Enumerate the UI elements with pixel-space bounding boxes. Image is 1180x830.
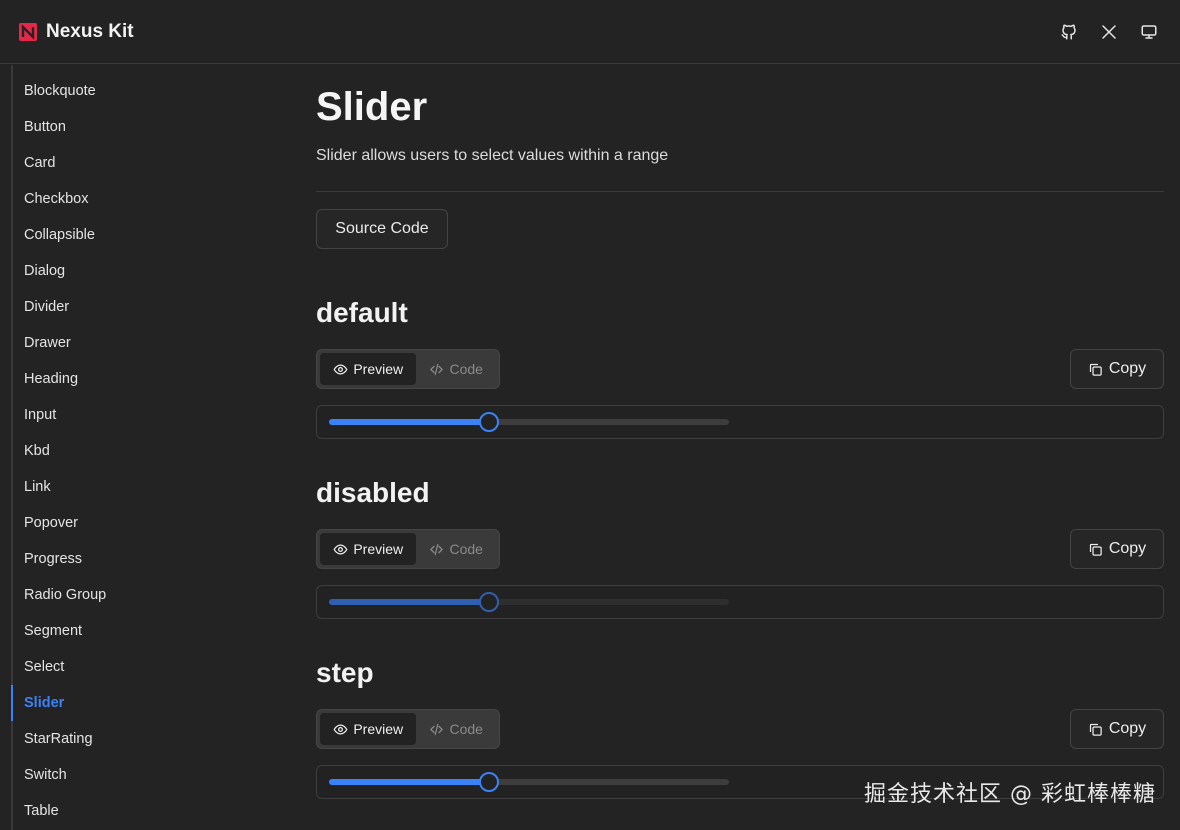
- tab-code-label: Code: [449, 541, 483, 557]
- sidebar-item-checkbox[interactable]: Checkbox: [24, 181, 106, 217]
- sidebar-active-indicator: [11, 685, 13, 721]
- sidebar-item-input[interactable]: Input: [24, 397, 106, 433]
- copy-button[interactable]: Copy: [1070, 529, 1164, 569]
- sidebar-item-progress[interactable]: Progress: [24, 541, 106, 577]
- preview-box: [316, 585, 1164, 619]
- sidebar-item-collapsible[interactable]: Collapsible: [24, 217, 106, 253]
- sidebar-item-card[interactable]: Card: [24, 145, 106, 181]
- slider-track[interactable]: [329, 412, 729, 432]
- sidebar-item-dialog[interactable]: Dialog: [24, 253, 106, 289]
- tab-code-label: Code: [449, 721, 483, 737]
- sidebar-nav: Blockquote Button Card Checkbox Collapsi…: [24, 73, 106, 829]
- section-heading: step: [316, 657, 374, 688]
- tab-preview-label: Preview: [353, 721, 404, 737]
- copy-icon: [1089, 363, 1102, 376]
- sidebar-item-select[interactable]: Select: [24, 649, 106, 685]
- section-heading: default: [316, 297, 408, 328]
- eye-icon: [333, 543, 348, 555]
- section-heading: disabled: [316, 477, 430, 508]
- sidebar-item-button[interactable]: Button: [24, 109, 106, 145]
- sidebar: Blockquote Button Card Checkbox Collapsi…: [0, 65, 260, 830]
- code-icon: [430, 363, 444, 375]
- sidebar-item-kbd[interactable]: Kbd: [24, 433, 106, 469]
- title-divider: [316, 191, 1164, 192]
- header-actions: [1060, 23, 1162, 41]
- copy-icon: [1089, 543, 1102, 556]
- slider-track[interactable]: [329, 772, 729, 792]
- copy-label: Copy: [1108, 540, 1147, 557]
- sidebar-item-switch[interactable]: Switch: [24, 757, 106, 793]
- tab-preview[interactable]: Preview: [320, 533, 417, 565]
- sidebar-item-link[interactable]: Link: [24, 469, 106, 505]
- nexus-logo-icon: [19, 22, 37, 41]
- slider-thumb[interactable]: [479, 772, 499, 792]
- tab-preview[interactable]: Preview: [320, 353, 417, 385]
- slider-thumb[interactable]: [479, 412, 499, 432]
- slider-thumb-disabled: [479, 592, 499, 612]
- top-header: Nexus Kit: [0, 0, 1180, 64]
- sidebar-item-heading[interactable]: Heading: [24, 361, 106, 397]
- preview-code-tabs: Preview Code: [316, 709, 500, 749]
- eye-icon: [333, 363, 348, 375]
- preview-box: [316, 405, 1164, 439]
- slider-fill: [329, 779, 489, 785]
- brand[interactable]: Nexus Kit: [18, 21, 134, 43]
- tab-preview-label: Preview: [353, 541, 404, 557]
- eye-icon: [333, 723, 348, 735]
- tab-code-label: Code: [449, 361, 483, 377]
- slider-fill: [329, 419, 489, 425]
- copy-label: Copy: [1108, 360, 1147, 377]
- sidebar-item-slider[interactable]: Slider: [24, 685, 106, 721]
- copy-button[interactable]: Copy: [1070, 709, 1164, 749]
- sidebar-item-radio-group[interactable]: Radio Group: [24, 577, 106, 613]
- preview-code-tabs: Preview Code: [316, 349, 500, 389]
- github-icon[interactable]: [1060, 23, 1078, 41]
- sidebar-item-segment[interactable]: Segment: [24, 613, 106, 649]
- sidebar-item-popover[interactable]: Popover: [24, 505, 106, 541]
- code-icon: [430, 723, 444, 735]
- slider-track-disabled: [329, 592, 729, 612]
- slider-fill: [329, 599, 489, 605]
- copy-icon: [1089, 723, 1102, 736]
- brand-name: Nexus Kit: [46, 20, 134, 42]
- code-icon: [430, 543, 444, 555]
- watermark: 掘金技术社区 @ 彩虹棒棒糖: [864, 782, 1156, 807]
- sidebar-item-drawer[interactable]: Drawer: [24, 325, 106, 361]
- sidebar-item-table[interactable]: Table: [24, 793, 106, 829]
- sidebar-item-starrating[interactable]: StarRating: [24, 721, 106, 757]
- copy-label: Copy: [1108, 720, 1147, 737]
- tab-code[interactable]: Code: [416, 713, 496, 745]
- source-code-button[interactable]: Source Code: [316, 209, 448, 249]
- copy-button[interactable]: Copy: [1070, 349, 1164, 389]
- sidebar-item-divider[interactable]: Divider: [24, 289, 106, 325]
- sidebar-item-blockquote[interactable]: Blockquote: [24, 73, 106, 109]
- tab-preview[interactable]: Preview: [320, 713, 417, 745]
- tab-code[interactable]: Code: [416, 533, 496, 565]
- monitor-icon[interactable]: [1140, 23, 1158, 41]
- tab-code[interactable]: Code: [416, 353, 496, 385]
- preview-code-tabs: Preview Code: [316, 529, 500, 569]
- page-title: Slider: [316, 85, 428, 129]
- page-description: Slider allows users to select values wit…: [316, 147, 669, 164]
- tab-preview-label: Preview: [353, 361, 404, 377]
- x-icon[interactable]: [1100, 23, 1118, 41]
